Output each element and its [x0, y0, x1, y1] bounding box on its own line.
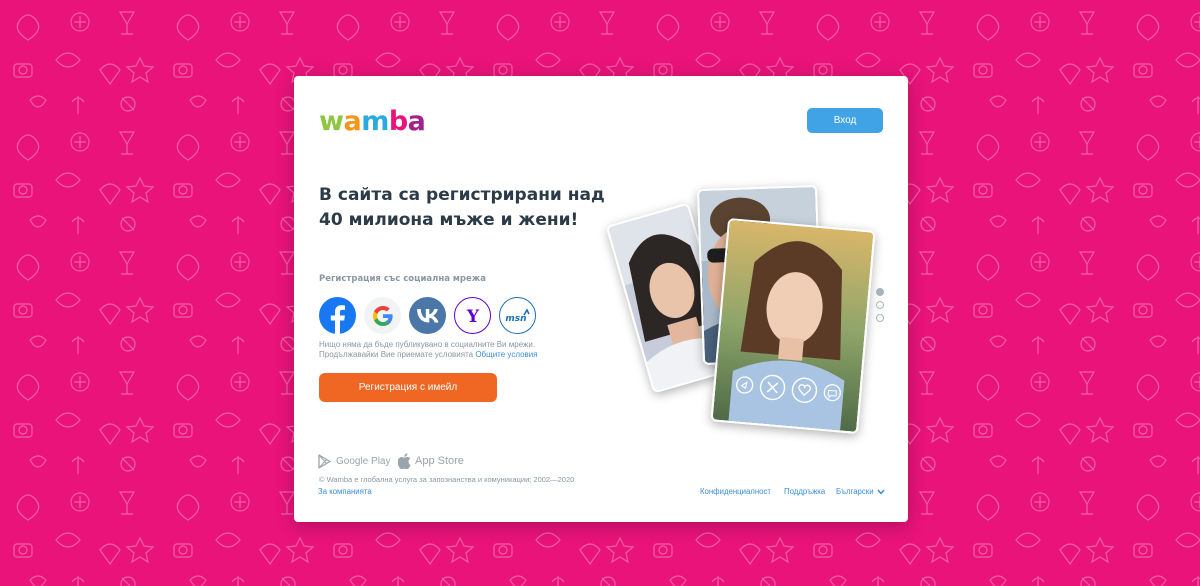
dislike-icon[interactable] [758, 373, 786, 401]
auth-card: wamba Вход В сайта са регистрирани над 4… [294, 76, 908, 522]
login-button[interactable]: Вход [807, 108, 883, 133]
language-selector[interactable]: Български [836, 487, 885, 496]
facebook-button[interactable] [319, 297, 356, 334]
logo-letter: a [407, 106, 426, 137]
msn-icon: msn [505, 307, 530, 324]
facebook-icon [330, 305, 345, 334]
carousel-dot[interactable] [876, 314, 884, 322]
logo-letter: w [319, 106, 344, 137]
google-icon [372, 305, 393, 326]
vk-icon [416, 308, 438, 322]
profile-photo-card-front [710, 217, 876, 435]
apple-icon [398, 453, 411, 469]
copyright-text: © Wamba е глобална услуга за запознанств… [319, 475, 575, 484]
privacy-link[interactable]: Конфиденциалност [700, 487, 771, 496]
logo-letter: a [343, 106, 362, 137]
yahoo-button[interactable]: Y [454, 297, 491, 334]
logo-letter: m [361, 106, 389, 137]
carousel-dot[interactable] [876, 288, 884, 296]
msn-button[interactable]: msn [499, 297, 536, 334]
register-email-button[interactable]: Регистрация с имейл [319, 373, 497, 402]
vk-button[interactable] [409, 297, 446, 334]
app-store-link[interactable]: App Store [398, 452, 464, 470]
wamba-logo[interactable]: wamba [319, 104, 426, 140]
about-company-link[interactable]: За компанията [318, 487, 372, 496]
page-headline: В сайта са регистрирани над 40 милиона м… [319, 185, 605, 230]
social-buttons: Y msn [319, 297, 544, 335]
like-icon[interactable] [790, 376, 818, 404]
logo-letter: b [388, 106, 408, 137]
google-play-link[interactable]: Google Play [318, 452, 390, 470]
svg-text:msn: msn [505, 314, 526, 324]
chevron-down-icon [876, 489, 885, 495]
language-label: Български [836, 487, 874, 496]
chat-icon[interactable] [823, 383, 843, 403]
google-play-icon [318, 453, 331, 469]
carousel-dot[interactable] [876, 301, 884, 309]
svg-text:Y: Y [465, 308, 479, 324]
google-play-label: Google Play [336, 455, 391, 467]
yahoo-icon: Y [465, 308, 479, 324]
carousel-dots [876, 288, 884, 327]
app-store-label: App Store [415, 455, 464, 467]
boost-icon[interactable] [735, 375, 755, 395]
support-link[interactable]: Поддръжка [784, 487, 825, 496]
social-disclaimer: Нищо няма да бъде публикувано в социални… [319, 340, 579, 360]
google-button[interactable] [364, 297, 401, 334]
terms-link[interactable]: Общите условия [475, 350, 537, 359]
social-register-label: Регистрация със социална мрежа [319, 274, 486, 284]
